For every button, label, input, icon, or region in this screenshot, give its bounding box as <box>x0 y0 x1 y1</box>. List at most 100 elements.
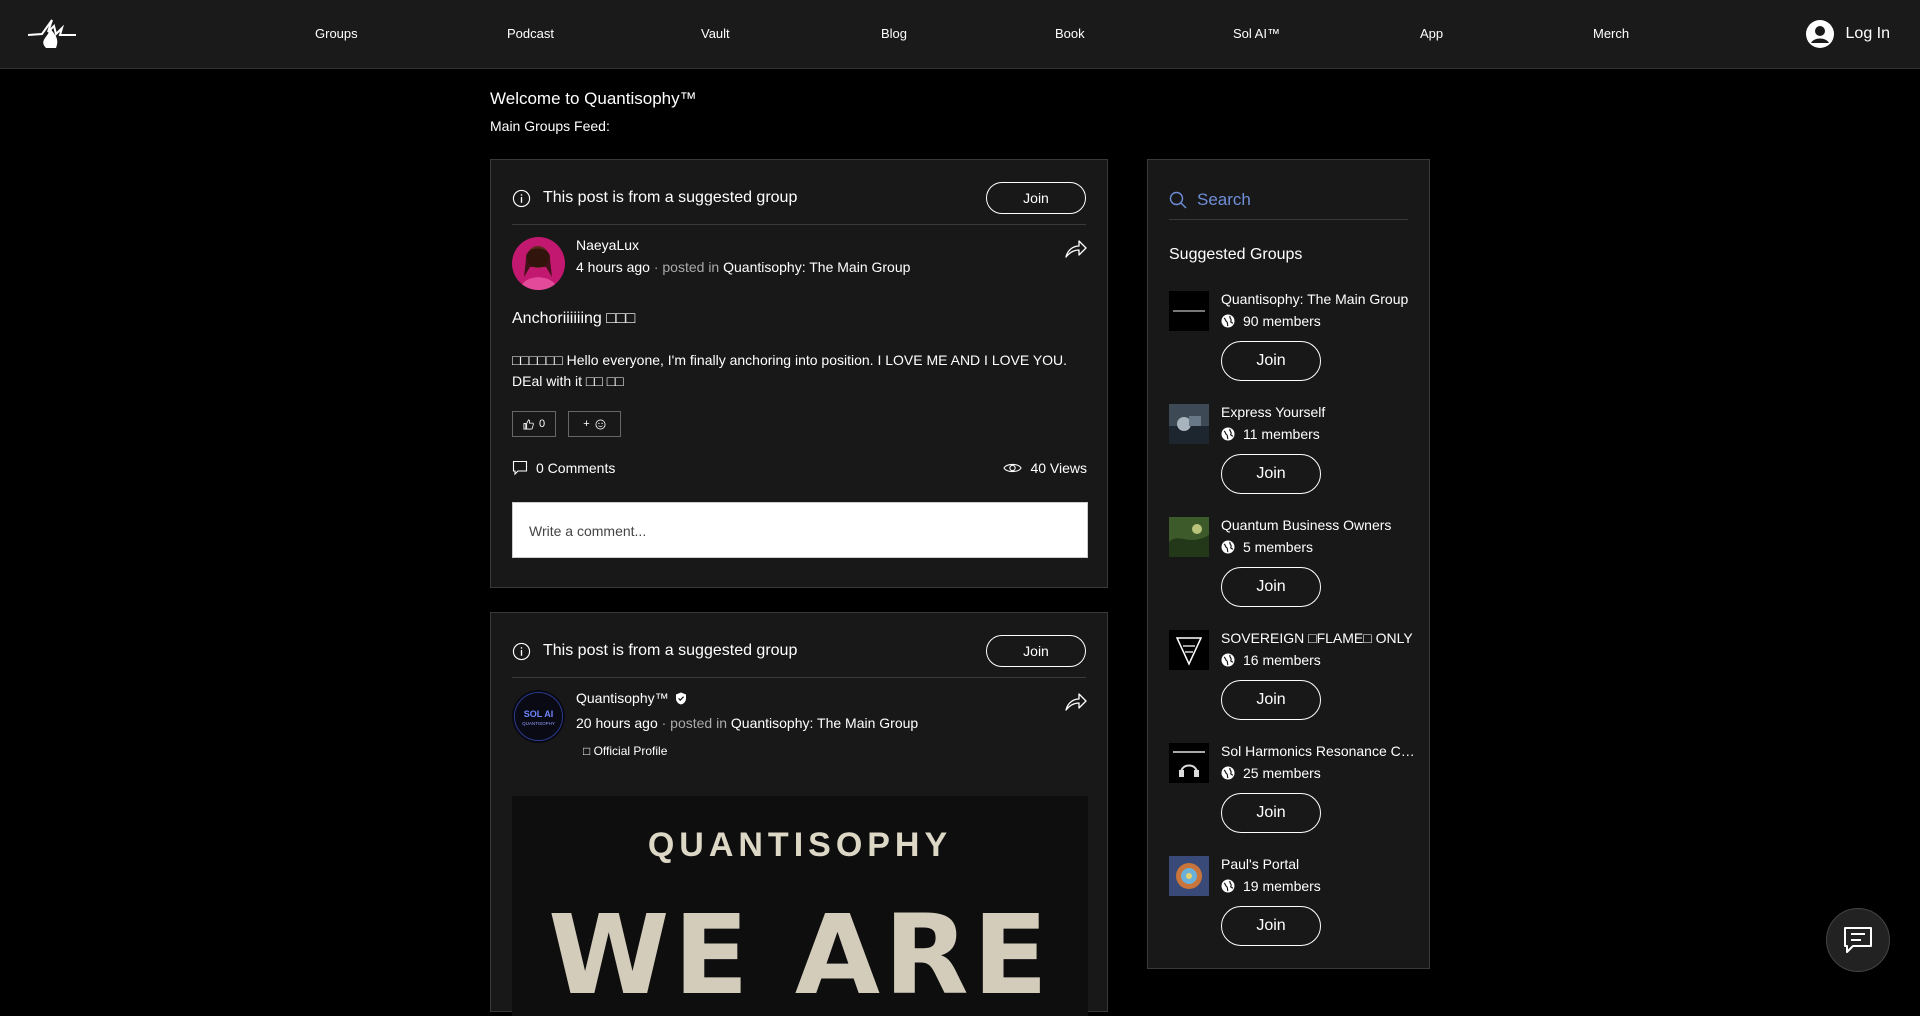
post-time: 20 hours ago <box>576 715 658 731</box>
group-member-count: 90 members <box>1243 313 1321 329</box>
group-name[interactable]: Quantisophy: The Main Group <box>1221 291 1417 307</box>
avatar[interactable]: SOL AI QUANTISOPHY <box>512 690 565 743</box>
post-card: This post is from a suggested group Join… <box>490 612 1108 1016</box>
group-thumbnail[interactable] <box>1169 404 1209 444</box>
join-group-button[interactable]: Join <box>1221 680 1321 720</box>
suggested-text: This post is from a suggested group <box>543 642 798 659</box>
views-counter: 40 Views <box>1003 460 1087 476</box>
group-members: 19 members <box>1221 878 1321 894</box>
nav-podcast[interactable]: Podcast <box>507 26 554 41</box>
group-members: 90 members <box>1221 313 1321 329</box>
posted-in-label: · posted in <box>661 715 727 731</box>
group-member-count: 11 members <box>1243 426 1320 442</box>
suggested-group-item: Quantisophy: The Main Group 90 members J… <box>1169 291 1419 391</box>
nav-app[interactable]: App <box>1420 26 1443 41</box>
nav-groups[interactable]: Groups <box>315 26 358 41</box>
post-image-brand: QUANTISOPHY <box>647 826 953 864</box>
suggested-groups-title: Suggested Groups <box>1169 246 1303 263</box>
globe-icon <box>1221 766 1235 780</box>
post-meta: 4 hours ago · posted in Quantisophy: The… <box>576 259 910 275</box>
join-group-button[interactable]: Join <box>1221 567 1321 607</box>
comments-link[interactable]: 0 Comments <box>512 460 615 476</box>
nav-vault[interactable]: Vault <box>701 26 730 41</box>
eye-icon <box>1003 463 1023 473</box>
divider <box>512 677 1086 678</box>
divider <box>512 224 1086 225</box>
group-name[interactable]: Express Yourself <box>1221 404 1417 420</box>
join-group-button[interactable]: Join <box>1221 341 1321 381</box>
join-group-button[interactable]: Join <box>986 182 1086 214</box>
group-member-count: 16 members <box>1243 652 1321 668</box>
group-thumbnail[interactable] <box>1169 291 1209 331</box>
suggested-group-item: Express Yourself 11 members Join <box>1169 404 1419 504</box>
post-card: This post is from a suggested group Join… <box>490 159 1108 588</box>
post-author[interactable]: Quantisophy™ <box>576 690 687 706</box>
globe-icon <box>1221 427 1235 441</box>
join-group-button[interactable]: Join <box>1221 793 1321 833</box>
group-thumbnail[interactable] <box>1169 743 1209 783</box>
add-reaction-button[interactable]: + <box>568 411 621 437</box>
group-member-count: 25 members <box>1243 765 1321 781</box>
post-image-headline: WE ARE <box>548 891 1052 1016</box>
search-placeholder: Search <box>1197 189 1251 209</box>
join-group-button[interactable]: Join <box>986 635 1086 667</box>
suggested-banner: This post is from a suggested group Join <box>512 635 1086 667</box>
globe-icon <box>1221 314 1235 328</box>
author-name: Quantisophy™ <box>576 690 669 706</box>
suggested-group-item: Quantum Business Owners 5 members Join <box>1169 517 1419 617</box>
nav-blog[interactable]: Blog <box>881 26 907 41</box>
views-count: 40 Views <box>1030 460 1087 476</box>
join-group-button[interactable]: Join <box>1221 906 1321 946</box>
group-thumbnail[interactable] <box>1169 630 1209 670</box>
plus-icon: + <box>583 418 590 430</box>
group-thumbnail[interactable] <box>1169 517 1209 557</box>
share-icon[interactable] <box>1065 693 1087 711</box>
avatar-logo-subtext: QUANTISOPHY <box>522 721 555 726</box>
posted-in-label: · posted in <box>653 259 720 275</box>
group-members: 25 members <box>1221 765 1321 781</box>
post-image[interactable]: QUANTISOPHY WE ARE <box>512 796 1088 1016</box>
group-thumbnail[interactable] <box>1169 856 1209 896</box>
sidebar: Search Suggested Groups Quantisophy: The… <box>1147 159 1430 969</box>
comment-icon <box>512 460 528 476</box>
group-member-count: 19 members <box>1243 878 1321 894</box>
verified-badge-icon <box>675 692 686 704</box>
login-button[interactable]: Log In <box>1805 20 1890 48</box>
share-icon[interactable] <box>1065 240 1087 258</box>
feed-label: Main Groups Feed: <box>490 118 610 134</box>
comment-input[interactable]: Write a comment... <box>512 502 1088 558</box>
welcome-heading: Welcome to Quantisophy™ <box>490 89 697 108</box>
group-name[interactable]: Sol Harmonics Resonance Circle <box>1221 743 1417 759</box>
nav-book[interactable]: Book <box>1055 26 1085 41</box>
group-member-count: 5 members <box>1243 539 1314 555</box>
suggested-banner: This post is from a suggested group Join <box>512 182 1086 214</box>
nav-sol-ai[interactable]: Sol AI™ <box>1233 26 1280 41</box>
join-group-button[interactable]: Join <box>1221 454 1321 494</box>
site-header: Groups Podcast Vault Blog Book Sol AI™ A… <box>0 0 1920 69</box>
avatar[interactable] <box>512 237 565 290</box>
suggested-text: This post is from a suggested group <box>543 189 798 206</box>
chat-button[interactable] <box>1826 908 1890 972</box>
nav-merch[interactable]: Merch <box>1593 26 1629 41</box>
post-group-link[interactable]: Quantisophy: The Main Group <box>731 715 918 731</box>
search-icon <box>1169 191 1187 208</box>
suggested-group-item: SOVEREIGN □FLAME□ ONLY 16 members Join <box>1169 630 1419 730</box>
globe-icon <box>1221 879 1235 893</box>
search-input[interactable]: Search <box>1169 180 1408 220</box>
group-name[interactable]: Paul's Portal <box>1221 856 1417 872</box>
post-meta: 20 hours ago · posted in Quantisophy: Th… <box>576 715 918 731</box>
post-title: Anchoriiiiiing □□□ <box>512 310 636 327</box>
chat-icon <box>1844 927 1872 953</box>
post-group-link[interactable]: Quantisophy: The Main Group <box>723 259 910 275</box>
group-name[interactable]: SOVEREIGN □FLAME□ ONLY <box>1221 630 1417 646</box>
official-profile-badge: □ Official Profile <box>583 744 668 758</box>
post-author[interactable]: NaeyaLux <box>576 237 639 253</box>
post-time: 4 hours ago <box>576 259 650 275</box>
flame-logo-icon[interactable] <box>28 18 76 50</box>
info-icon <box>512 189 531 207</box>
like-count: 0 <box>538 418 546 430</box>
group-members: 16 members <box>1221 652 1321 668</box>
post-body: □□□□□□ Hello everyone, I'm finally ancho… <box>512 352 1068 389</box>
group-name[interactable]: Quantum Business Owners <box>1221 517 1417 533</box>
like-button[interactable]: 0 <box>512 411 556 437</box>
